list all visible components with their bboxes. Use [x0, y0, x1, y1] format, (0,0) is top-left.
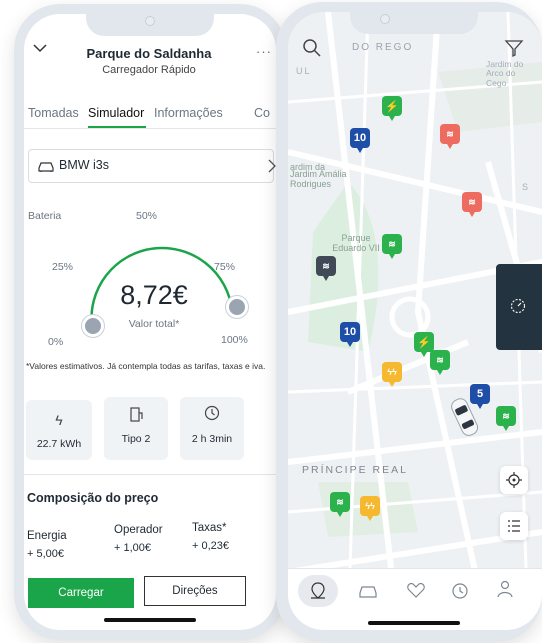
map-label-jardim-arco: Jardim do Arco do Cego	[486, 59, 524, 88]
chevron-down-icon[interactable]	[32, 40, 48, 56]
tax-price-label: Taxas*	[192, 522, 227, 534]
map-label-principe-real: PRÍNCIPE REAL	[302, 464, 408, 476]
map-label-jardim-da: ardim da	[290, 162, 326, 172]
gauge-end-handle[interactable]	[226, 296, 248, 318]
map-label-parque: Parque Eduardo VII	[332, 233, 380, 253]
map-pin-cluster[interactable]: 10	[350, 128, 370, 153]
gauge-mark-0: 0%	[48, 336, 64, 348]
disclaimer-text: *Valores estimativos. Já contempla todas…	[26, 361, 266, 371]
filter-icon[interactable]	[504, 38, 524, 63]
map-pin-charger-fast[interactable]: ϟϟ	[360, 496, 380, 521]
profile-icon[interactable]	[496, 579, 514, 599]
history-icon[interactable]	[450, 581, 470, 601]
duration-stat-card: 2 h 3min	[180, 397, 244, 460]
energy-price-label: Energia	[27, 530, 67, 542]
charge-button[interactable]: Carregar	[28, 578, 134, 608]
price-composition-title: Composição do preço	[27, 491, 159, 505]
map-pin-charger[interactable]: ≋	[430, 350, 450, 375]
map-pin-charger-busy[interactable]: ≋	[462, 192, 482, 217]
camera-dot	[145, 16, 155, 26]
car-position-marker	[451, 398, 479, 436]
map-pin-charger-fast[interactable]: ϟϟ	[382, 362, 402, 387]
chevron-right-icon	[268, 159, 276, 173]
bottom-nav	[288, 568, 542, 630]
tab-bar: Tomadas Simulador Informações Co	[24, 106, 276, 128]
battery-label: Bateria	[28, 210, 62, 222]
heart-icon[interactable]	[406, 581, 426, 599]
tax-price-value: + 0,23€	[192, 540, 230, 552]
map-pin-icon[interactable]	[308, 581, 328, 601]
station-title: Parque do Saldanha	[86, 46, 212, 61]
list-icon	[508, 520, 520, 532]
bolt-icon: ϟ	[55, 412, 63, 428]
map-pin-cluster[interactable]: 10	[340, 322, 360, 347]
vehicle-name: BMW i3s	[59, 158, 109, 172]
section-divider	[24, 474, 276, 475]
crosshair-icon	[506, 472, 522, 488]
duration-stat-value: 2 h 3min	[191, 433, 233, 445]
map-pin-charger[interactable]: ≋	[382, 234, 402, 259]
plug-stat-value: Tipo 2	[121, 433, 151, 445]
energy-price-value: + 5,00€	[27, 548, 65, 560]
vehicle-select[interactable]: BMW i3s	[28, 149, 276, 183]
map-label-do-rego: DO REGO	[352, 42, 414, 53]
map-pin-charger[interactable]: ⚡	[382, 96, 402, 121]
map-screen: DO REGO UL Jardim Amália Rodrigues Parqu…	[288, 12, 542, 630]
car-icon	[38, 162, 54, 172]
map-pin-charger-offline[interactable]: ≋	[316, 256, 336, 281]
plug-stat-card: Tipo 2	[104, 397, 168, 460]
tab-divider	[24, 128, 276, 129]
locate-me-button[interactable]	[500, 466, 528, 494]
map-label-jardim-amalia: Jardim Amália Rodrigues	[290, 169, 347, 189]
directions-button[interactable]: Direções	[144, 576, 246, 606]
charger-detail-screen: Parque do Saldanha Carregador Rápido ···…	[24, 14, 276, 630]
map-pin-charger[interactable]: ≋	[330, 492, 350, 517]
map-pin-charger-busy[interactable]: ≋	[440, 124, 460, 149]
map-pin-charger[interactable]: ≋	[496, 406, 516, 431]
plug-icon	[130, 407, 143, 422]
list-view-button[interactable]	[500, 512, 528, 540]
total-value: 8,72€	[120, 280, 188, 310]
energy-stat-card: ϟ 22.7 kWh	[26, 400, 92, 460]
phone-notch	[350, 12, 478, 34]
search-icon[interactable]	[302, 38, 322, 63]
energy-stat-value: 22.7 kWh	[36, 438, 82, 450]
side-info-panel[interactable]	[496, 264, 542, 350]
tab-tomadas[interactable]: Tomadas	[28, 106, 79, 120]
station-subtitle: Carregador Rápido	[102, 64, 196, 76]
operator-price-value: + 1,00€	[114, 542, 152, 554]
tab-simulador[interactable]: Simulador	[88, 106, 144, 120]
clock-icon	[204, 405, 220, 421]
operator-price-label: Operador	[114, 524, 163, 536]
home-indicator	[368, 621, 460, 625]
home-indicator	[104, 618, 196, 622]
camera-dot	[380, 14, 390, 24]
tab-informacoes[interactable]: Informações	[154, 106, 223, 120]
gauge-mark-50: 50%	[136, 210, 158, 222]
more-options-icon[interactable]: ···	[256, 44, 272, 59]
map-label-s: S	[522, 182, 529, 192]
total-value-caption: Valor total*	[128, 318, 180, 330]
map-pin-charger[interactable]: ⚡	[414, 332, 434, 357]
map-label-ul: UL	[296, 66, 312, 76]
car-icon[interactable]	[358, 583, 378, 599]
tab-more[interactable]: Co	[254, 106, 270, 120]
speedometer-icon	[510, 298, 526, 314]
